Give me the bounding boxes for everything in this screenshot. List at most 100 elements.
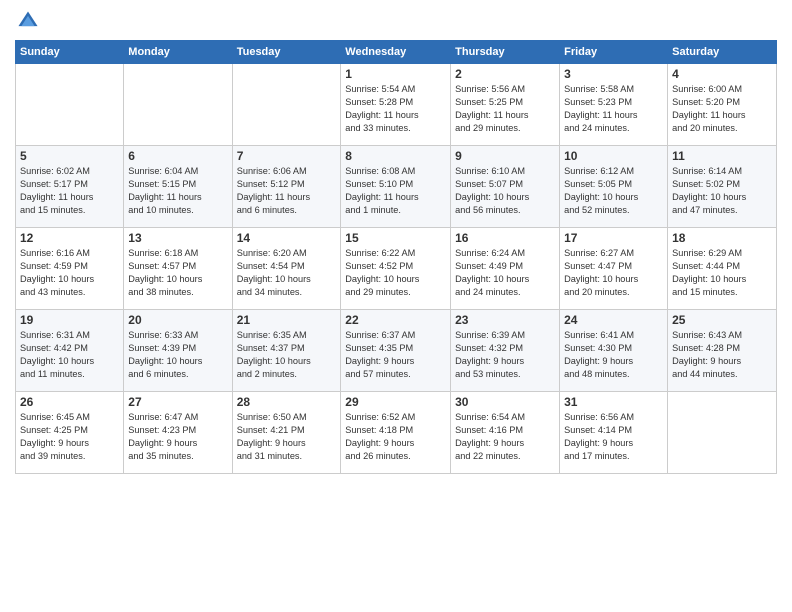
day-number: 15 xyxy=(345,231,446,245)
day-info: Sunrise: 6:54 AM Sunset: 4:16 PM Dayligh… xyxy=(455,411,555,463)
day-number: 24 xyxy=(564,313,663,327)
day-info: Sunrise: 6:39 AM Sunset: 4:32 PM Dayligh… xyxy=(455,329,555,381)
logo xyxy=(15,10,39,32)
calendar-cell xyxy=(232,64,341,146)
day-number: 6 xyxy=(128,149,227,163)
calendar-cell: 14 Sunrise: 6:20 AM Sunset: 4:54 PM Dayli… xyxy=(232,228,341,310)
day-info: Sunrise: 6:20 AM Sunset: 4:54 PM Dayligh… xyxy=(237,247,337,299)
day-number: 25 xyxy=(672,313,772,327)
calendar-cell: 6 Sunrise: 6:04 AM Sunset: 5:15 PM Daylig… xyxy=(124,146,232,228)
calendar-cell: 31 Sunrise: 6:56 AM Sunset: 4:14 PM Dayli… xyxy=(560,392,668,474)
day-header-monday: Monday xyxy=(124,41,232,64)
day-info: Sunrise: 6:04 AM Sunset: 5:15 PM Dayligh… xyxy=(128,165,227,217)
calendar-cell: 13 Sunrise: 6:18 AM Sunset: 4:57 PM Dayli… xyxy=(124,228,232,310)
day-info: Sunrise: 6:06 AM Sunset: 5:12 PM Dayligh… xyxy=(237,165,337,217)
day-info: Sunrise: 6:33 AM Sunset: 4:39 PM Dayligh… xyxy=(128,329,227,381)
calendar-cell: 28Sunrise: 6:50 AM Sunset: 4:21 PM Dayli… xyxy=(232,392,341,474)
day-number: 5 xyxy=(20,149,119,163)
day-number: 13 xyxy=(128,231,227,245)
day-info: Sunrise: 5:56 AM Sunset: 5:25 PM Dayligh… xyxy=(455,83,555,135)
day-number: 4 xyxy=(672,67,772,81)
calendar-cell: 5 Sunrise: 6:02 AM Sunset: 5:17 PM Daylig… xyxy=(16,146,124,228)
day-number: 10 xyxy=(564,149,663,163)
day-number: 2 xyxy=(455,67,555,81)
day-header-sunday: Sunday xyxy=(16,41,124,64)
day-info: Sunrise: 6:35 AM Sunset: 4:37 PM Dayligh… xyxy=(237,329,337,381)
day-number: 27 xyxy=(128,395,227,409)
day-info: Sunrise: 6:00 AM Sunset: 5:20 PM Dayligh… xyxy=(672,83,772,135)
day-number: 23 xyxy=(455,313,555,327)
calendar-cell: 30 Sunrise: 6:54 AM Sunset: 4:16 PM Dayli… xyxy=(451,392,560,474)
day-header-wednesday: Wednesday xyxy=(341,41,451,64)
calendar-cell: 22 Sunrise: 6:37 AM Sunset: 4:35 PM Dayli… xyxy=(341,310,451,392)
day-info: Sunrise: 5:58 AM Sunset: 5:23 PM Dayligh… xyxy=(564,83,663,135)
day-number: 12 xyxy=(20,231,119,245)
calendar-cell: 15Sunrise: 6:22 AM Sunset: 4:52 PM Dayli… xyxy=(341,228,451,310)
page: SundayMondayTuesdayWednesdayThursdayFrid… xyxy=(0,0,792,612)
day-info: Sunrise: 5:54 AM Sunset: 5:28 PM Dayligh… xyxy=(345,83,446,135)
day-info: Sunrise: 6:02 AM Sunset: 5:17 PM Dayligh… xyxy=(20,165,119,217)
calendar-cell xyxy=(16,64,124,146)
day-header-friday: Friday xyxy=(560,41,668,64)
day-number: 29 xyxy=(345,395,446,409)
calendar-cell: 29 Sunrise: 6:52 AM Sunset: 4:18 PM Dayli… xyxy=(341,392,451,474)
calendar-cell: 16Sunrise: 6:24 AM Sunset: 4:49 PM Dayli… xyxy=(451,228,560,310)
day-number: 22 xyxy=(345,313,446,327)
day-number: 31 xyxy=(564,395,663,409)
day-info: Sunrise: 6:56 AM Sunset: 4:14 PM Dayligh… xyxy=(564,411,663,463)
calendar: SundayMondayTuesdayWednesdayThursdayFrid… xyxy=(15,40,777,474)
day-header-tuesday: Tuesday xyxy=(232,41,341,64)
logo-icon xyxy=(17,10,39,32)
day-number: 1 xyxy=(345,67,446,81)
day-number: 16 xyxy=(455,231,555,245)
day-number: 19 xyxy=(20,313,119,327)
calendar-cell: 8 Sunrise: 6:08 AM Sunset: 5:10 PM Daylig… xyxy=(341,146,451,228)
day-info: Sunrise: 6:08 AM Sunset: 5:10 PM Dayligh… xyxy=(345,165,446,217)
calendar-cell: 24 Sunrise: 6:41 AM Sunset: 4:30 PM Dayli… xyxy=(560,310,668,392)
day-number: 18 xyxy=(672,231,772,245)
calendar-cell: 4 Sunrise: 6:00 AM Sunset: 5:20 PM Daylig… xyxy=(668,64,777,146)
calendar-week-4: 19Sunrise: 6:31 AM Sunset: 4:42 PM Dayli… xyxy=(16,310,777,392)
calendar-cell: 1 Sunrise: 5:54 AM Sunset: 5:28 PM Daylig… xyxy=(341,64,451,146)
day-number: 20 xyxy=(128,313,227,327)
day-info: Sunrise: 6:41 AM Sunset: 4:30 PM Dayligh… xyxy=(564,329,663,381)
day-info: Sunrise: 6:12 AM Sunset: 5:05 PM Dayligh… xyxy=(564,165,663,217)
day-info: Sunrise: 6:27 AM Sunset: 4:47 PM Dayligh… xyxy=(564,247,663,299)
day-number: 14 xyxy=(237,231,337,245)
day-info: Sunrise: 6:37 AM Sunset: 4:35 PM Dayligh… xyxy=(345,329,446,381)
calendar-cell: 2 Sunrise: 5:56 AM Sunset: 5:25 PM Daylig… xyxy=(451,64,560,146)
day-number: 30 xyxy=(455,395,555,409)
day-number: 9 xyxy=(455,149,555,163)
day-header-thursday: Thursday xyxy=(451,41,560,64)
day-info: Sunrise: 6:52 AM Sunset: 4:18 PM Dayligh… xyxy=(345,411,446,463)
calendar-cell: 12 Sunrise: 6:16 AM Sunset: 4:59 PM Dayli… xyxy=(16,228,124,310)
calendar-week-5: 26Sunrise: 6:45 AM Sunset: 4:25 PM Dayli… xyxy=(16,392,777,474)
day-number: 26 xyxy=(20,395,119,409)
day-number: 17 xyxy=(564,231,663,245)
calendar-week-2: 5 Sunrise: 6:02 AM Sunset: 5:17 PM Daylig… xyxy=(16,146,777,228)
day-info: Sunrise: 6:16 AM Sunset: 4:59 PM Dayligh… xyxy=(20,247,119,299)
day-number: 11 xyxy=(672,149,772,163)
day-info: Sunrise: 6:50 AM Sunset: 4:21 PM Dayligh… xyxy=(237,411,337,463)
day-info: Sunrise: 6:47 AM Sunset: 4:23 PM Dayligh… xyxy=(128,411,227,463)
calendar-cell: 19Sunrise: 6:31 AM Sunset: 4:42 PM Dayli… xyxy=(16,310,124,392)
calendar-cell: 18Sunrise: 6:29 AM Sunset: 4:44 PM Dayli… xyxy=(668,228,777,310)
calendar-cell: 25Sunrise: 6:43 AM Sunset: 4:28 PM Dayli… xyxy=(668,310,777,392)
calendar-cell xyxy=(124,64,232,146)
calendar-cell: 27 Sunrise: 6:47 AM Sunset: 4:23 PM Dayli… xyxy=(124,392,232,474)
day-info: Sunrise: 6:18 AM Sunset: 4:57 PM Dayligh… xyxy=(128,247,227,299)
calendar-cell: 26Sunrise: 6:45 AM Sunset: 4:25 PM Dayli… xyxy=(16,392,124,474)
calendar-cell: 21Sunrise: 6:35 AM Sunset: 4:37 PM Dayli… xyxy=(232,310,341,392)
calendar-cell xyxy=(668,392,777,474)
calendar-cell: 3 Sunrise: 5:58 AM Sunset: 5:23 PM Daylig… xyxy=(560,64,668,146)
calendar-cell: 10 Sunrise: 6:12 AM Sunset: 5:05 PM Dayli… xyxy=(560,146,668,228)
day-number: 8 xyxy=(345,149,446,163)
calendar-cell: 9 Sunrise: 6:10 AM Sunset: 5:07 PM Daylig… xyxy=(451,146,560,228)
day-info: Sunrise: 6:14 AM Sunset: 5:02 PM Dayligh… xyxy=(672,165,772,217)
calendar-cell: 7Sunrise: 6:06 AM Sunset: 5:12 PM Daylig… xyxy=(232,146,341,228)
day-info: Sunrise: 6:10 AM Sunset: 5:07 PM Dayligh… xyxy=(455,165,555,217)
calendar-cell: 17 Sunrise: 6:27 AM Sunset: 4:47 PM Dayli… xyxy=(560,228,668,310)
calendar-header-row: SundayMondayTuesdayWednesdayThursdayFrid… xyxy=(16,41,777,64)
header xyxy=(15,10,777,32)
day-number: 3 xyxy=(564,67,663,81)
